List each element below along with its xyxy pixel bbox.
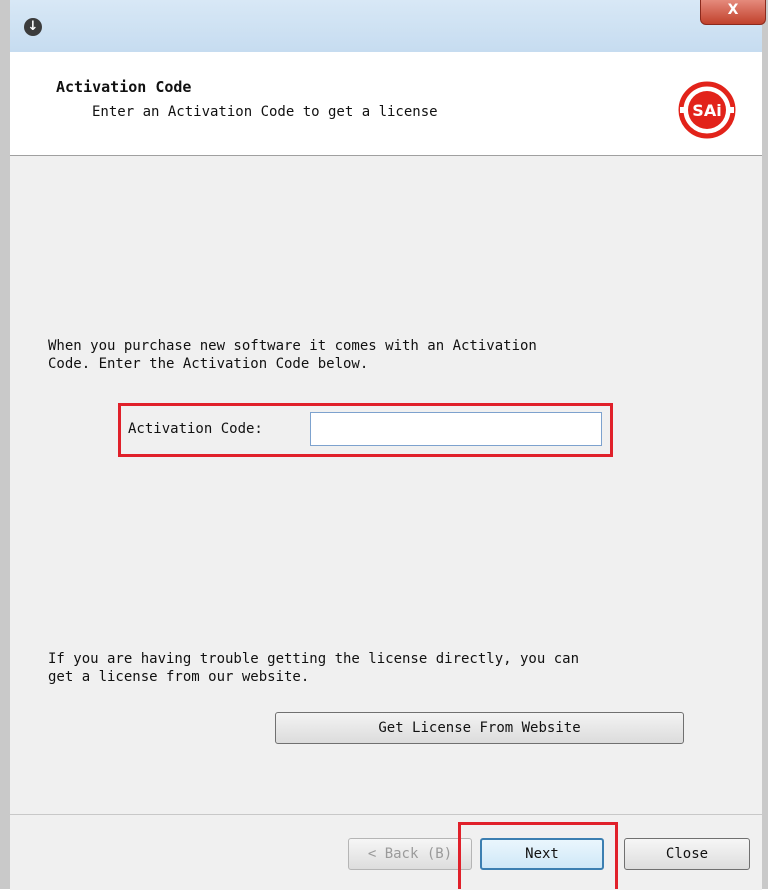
intro-text: When you purchase new software it comes … [48, 338, 537, 372]
back-button[interactable]: < Back (B) [348, 838, 472, 870]
logo-text: SAi [692, 101, 721, 120]
window-border-left [0, 0, 10, 889]
trouble-text: If you are having trouble getting the li… [48, 651, 580, 685]
window-border-right [762, 0, 768, 889]
activation-code-input[interactable] [310, 412, 602, 446]
activation-code-label: Activation Code: [128, 421, 263, 437]
next-button-highlight [458, 822, 618, 889]
activation-dialog: ↓ X Activation Code Enter an Activation … [0, 0, 768, 890]
sai-logo-icon: SAi [678, 81, 736, 139]
page-title: Activation Code [56, 78, 192, 96]
wizard-header: Activation Code Enter an Activation Code… [10, 52, 762, 156]
title-bar[interactable]: ↓ X [10, 0, 766, 52]
download-icon: ↓ [24, 18, 42, 36]
close-button[interactable]: Close [624, 838, 750, 870]
get-license-from-website-button[interactable]: Get License From Website [275, 712, 684, 744]
window-close-button[interactable]: X [700, 0, 766, 25]
page-subtitle: Enter an Activation Code to get a licens… [92, 104, 438, 120]
